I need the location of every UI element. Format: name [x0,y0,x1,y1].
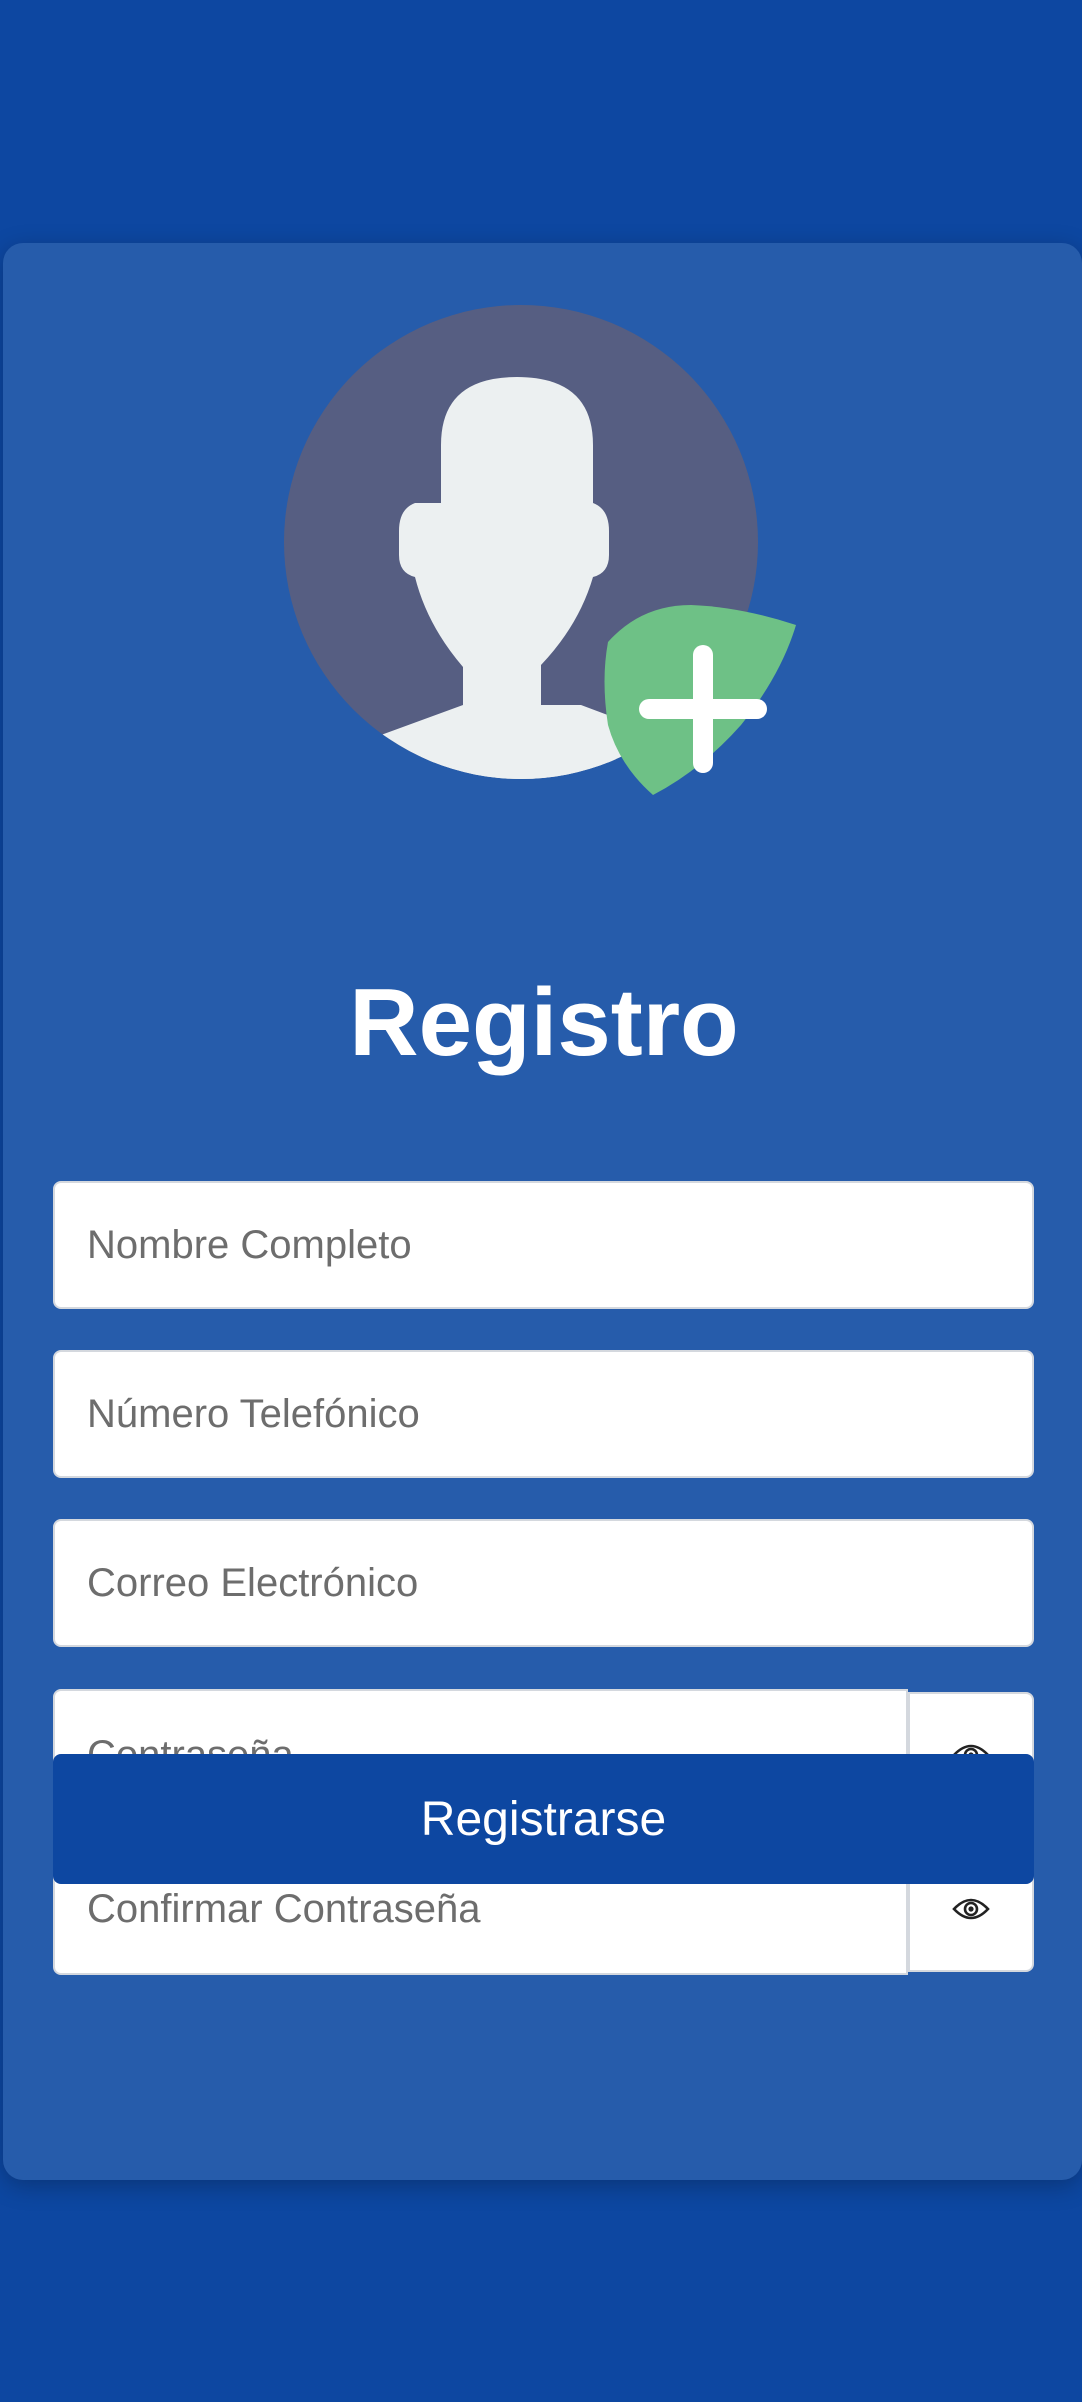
phone-input[interactable] [53,1350,1034,1478]
page-title: Registro [349,969,739,1076]
register-button[interactable]: Registrarse [53,1754,1034,1884]
eye-icon [952,1898,990,1920]
full-name-input[interactable] [53,1181,1034,1309]
email-input[interactable] [53,1519,1034,1647]
add-user-avatar-icon[interactable] [281,305,801,805]
plus-icon [604,605,796,795]
